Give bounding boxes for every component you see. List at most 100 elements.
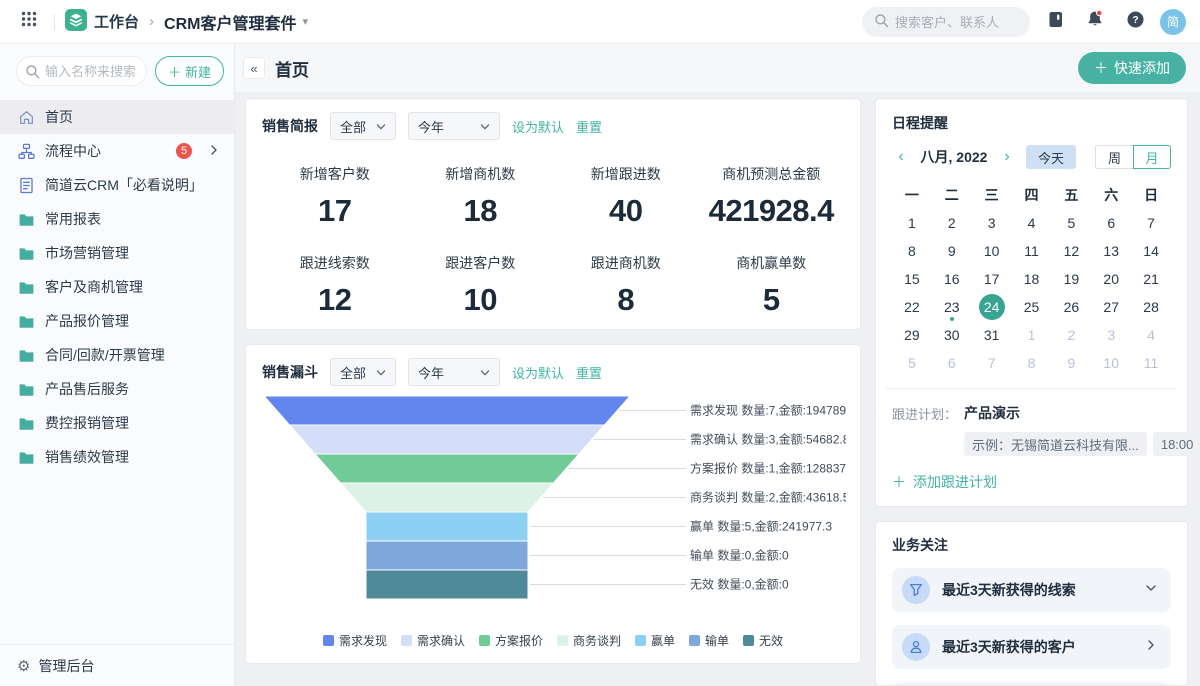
calendar-day[interactable]: 7: [1131, 209, 1171, 236]
calendar-day[interactable]: 3: [972, 209, 1012, 236]
sidebar-item-5[interactable]: 客户及商机管理: [0, 270, 234, 304]
funnel-stage-4[interactable]: [366, 512, 528, 541]
funnel-set-default-link[interactable]: 设为默认: [512, 363, 564, 382]
calendar-day[interactable]: 9: [1051, 349, 1091, 376]
legend-item-1[interactable]: 需求确认: [401, 632, 465, 649]
calendar-day[interactable]: 25: [1012, 293, 1052, 320]
app-grid-button[interactable]: [14, 7, 44, 37]
focus-row-0[interactable]: 最近3天新获得的线索: [892, 568, 1171, 612]
calendar-day[interactable]: 13: [1091, 237, 1131, 264]
calendar-prev-button[interactable]: ‹: [892, 148, 910, 166]
legend-item-4[interactable]: 赢单: [635, 632, 675, 649]
funnel-reset-link[interactable]: 重置: [576, 363, 602, 382]
calendar-day[interactable]: 18: [1012, 265, 1052, 292]
funnel-scope-select[interactable]: 全部: [330, 358, 396, 386]
avatar[interactable]: 简: [1160, 9, 1186, 35]
chevron-right-icon[interactable]: [208, 144, 220, 159]
funnel-period-select[interactable]: 今年: [408, 358, 500, 386]
calendar-day[interactable]: 3: [1091, 321, 1131, 348]
focus-row-2[interactable]: 正在跟进的商机9: [892, 682, 1171, 686]
brief-period-select[interactable]: 今年: [408, 112, 500, 140]
sidebar-item-1[interactable]: 流程中心5: [0, 134, 234, 168]
legend-item-3[interactable]: 商务谈判: [557, 632, 621, 649]
calendar-day[interactable]: 1: [1012, 321, 1052, 348]
funnel-stage-1[interactable]: [290, 425, 605, 454]
calendar-day[interactable]: 27: [1091, 293, 1131, 320]
calendar-day[interactable]: 5: [892, 349, 932, 376]
global-search-input[interactable]: 搜索客户、联系人: [862, 7, 1030, 37]
calendar-day[interactable]: 14: [1131, 237, 1171, 264]
sidebar-item-6[interactable]: 产品报价管理: [0, 304, 234, 338]
sidebar-collapse-button[interactable]: «: [243, 57, 265, 79]
calendar-week-toggle[interactable]: 周: [1095, 145, 1133, 169]
chevron-down-icon[interactable]: [1145, 581, 1157, 599]
calendar-day[interactable]: 20: [1091, 265, 1131, 292]
focus-row-1[interactable]: 最近3天新获得的客户: [892, 625, 1171, 669]
contacts-button[interactable]: [1040, 7, 1070, 37]
sidebar-item-8[interactable]: 产品售后服务: [0, 372, 234, 406]
calendar-day[interactable]: 2: [1051, 321, 1091, 348]
calendar-day[interactable]: 4: [1131, 321, 1171, 348]
new-button[interactable]: ＋ 新建: [155, 56, 224, 86]
calendar-day[interactable]: 6: [1091, 209, 1131, 236]
legend-item-6[interactable]: 无效: [743, 632, 783, 649]
funnel-stage-2[interactable]: [315, 454, 579, 483]
legend-item-2[interactable]: 方案报价: [479, 632, 543, 649]
calendar-day[interactable]: 16: [932, 265, 972, 292]
calendar-day[interactable]: 30: [932, 321, 972, 348]
sidebar-item-0[interactable]: 首页: [0, 100, 234, 134]
sidebar-item-7[interactable]: 合同/回款/开票管理: [0, 338, 234, 372]
sidebar-item-10[interactable]: 销售绩效管理: [0, 440, 234, 474]
calendar-day[interactable]: 28: [1131, 293, 1171, 320]
funnel-stage-6[interactable]: [366, 570, 528, 599]
app-title-dropdown[interactable]: CRM客户管理套件 ▾: [164, 10, 308, 34]
calendar-day[interactable]: 9: [932, 237, 972, 264]
calendar-day[interactable]: 10: [972, 237, 1012, 264]
brief-reset-link[interactable]: 重置: [576, 117, 602, 136]
funnel-stage-5[interactable]: [366, 541, 528, 570]
brief-scope-select[interactable]: 全部: [330, 112, 396, 140]
calendar-next-button[interactable]: ›: [998, 148, 1016, 166]
calendar-day[interactable]: 4: [1012, 209, 1052, 236]
calendar-day[interactable]: 5: [1051, 209, 1091, 236]
workbench-breadcrumb[interactable]: 工作台: [65, 9, 139, 35]
calendar-day[interactable]: 10: [1091, 349, 1131, 376]
legend-item-0[interactable]: 需求发现: [323, 632, 387, 649]
calendar-day[interactable]: 26: [1051, 293, 1091, 320]
help-button[interactable]: ?: [1120, 7, 1150, 37]
calendar-day[interactable]: 29: [892, 321, 932, 348]
sidebar-item-9[interactable]: 费控报销管理: [0, 406, 234, 440]
calendar-day[interactable]: 19: [1051, 265, 1091, 292]
calendar-day[interactable]: 11: [1131, 349, 1171, 376]
calendar-today-button[interactable]: 今天: [1026, 145, 1076, 169]
calendar-day[interactable]: 6: [932, 349, 972, 376]
calendar-day[interactable]: 2: [932, 209, 972, 236]
calendar-day[interactable]: 1: [892, 209, 932, 236]
chevron-right-icon[interactable]: [1145, 638, 1157, 656]
quick-add-button[interactable]: ＋ 快速添加: [1078, 52, 1186, 84]
calendar-day[interactable]: 12: [1051, 237, 1091, 264]
calendar-day[interactable]: 8: [892, 237, 932, 264]
admin-backend-button[interactable]: ⚙ 管理后台: [0, 644, 234, 686]
calendar-day[interactable]: 24: [972, 293, 1012, 320]
add-follow-plan-link[interactable]: ＋ 添加跟进计划: [892, 472, 1171, 492]
calendar-day-number: 9: [948, 243, 956, 259]
calendar-day[interactable]: 11: [1012, 237, 1052, 264]
calendar-day[interactable]: 21: [1131, 265, 1171, 292]
calendar-day[interactable]: 22: [892, 293, 932, 320]
sidebar-item-2[interactable]: 简道云CRM「必看说明」: [0, 168, 234, 202]
calendar-month-toggle[interactable]: 月: [1133, 145, 1171, 169]
calendar-day[interactable]: 7: [972, 349, 1012, 376]
funnel-stage-3[interactable]: [341, 483, 554, 512]
notifications-button[interactable]: [1080, 7, 1110, 37]
funnel-stage-0[interactable]: [264, 396, 630, 425]
brief-set-default-link[interactable]: 设为默认: [512, 117, 564, 136]
calendar-day[interactable]: 8: [1012, 349, 1052, 376]
sidebar-item-4[interactable]: 市场营销管理: [0, 236, 234, 270]
calendar-day[interactable]: 31: [972, 321, 1012, 348]
legend-item-5[interactable]: 输单: [689, 632, 729, 649]
calendar-day[interactable]: 15: [892, 265, 932, 292]
calendar-day[interactable]: 23: [932, 293, 972, 320]
calendar-day[interactable]: 17: [972, 265, 1012, 292]
sidebar-item-3[interactable]: 常用报表: [0, 202, 234, 236]
